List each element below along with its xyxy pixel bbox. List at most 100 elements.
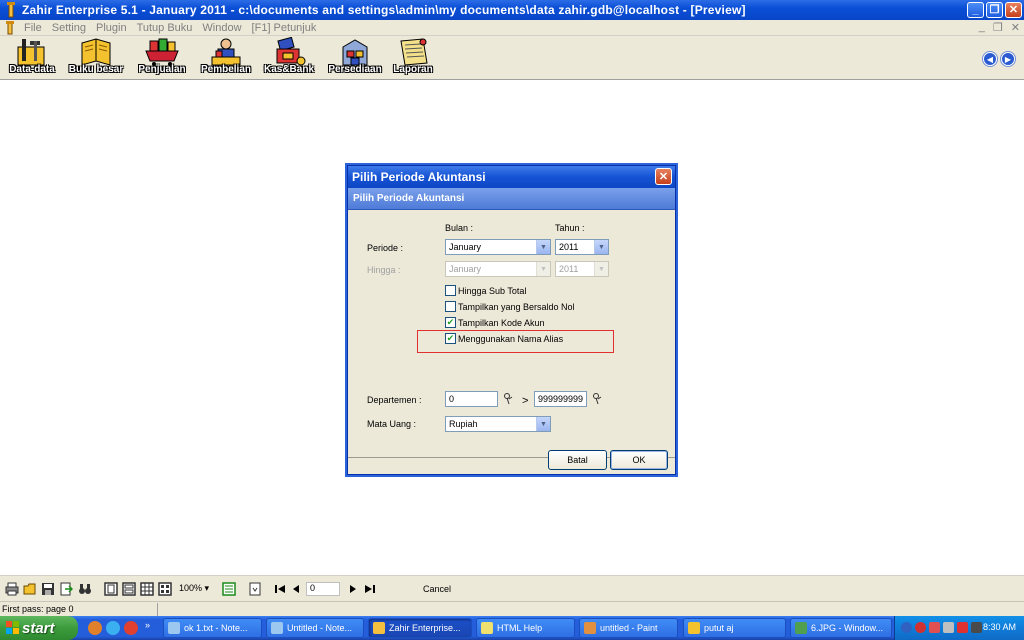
- nav-back-button[interactable]: ◀: [983, 52, 997, 66]
- toolbar-data-data-button[interactable]: Data-data: [2, 37, 62, 79]
- tray-alert-icon[interactable]: [957, 622, 968, 633]
- chevron-down-icon[interactable]: ▼: [536, 417, 550, 431]
- zahir-menu-icon[interactable]: [4, 20, 16, 35]
- restore-button[interactable]: ❐: [986, 2, 1003, 18]
- tray-antivirus-icon[interactable]: [915, 622, 926, 633]
- menu-setting[interactable]: Setting: [47, 22, 91, 34]
- mdi-minimize-button[interactable]: _: [979, 21, 985, 34]
- chevron-down-icon[interactable]: ▼: [536, 240, 550, 254]
- lookup-icon[interactable]: [503, 393, 513, 405]
- task-label: Untitled - Note...: [287, 623, 353, 633]
- close-button[interactable]: ✕: [1005, 2, 1022, 18]
- export-icon[interactable]: [59, 582, 73, 596]
- nav-forward-button[interactable]: ▶: [1001, 52, 1015, 66]
- zoom-select[interactable]: 100% ▾: [179, 583, 209, 594]
- mata-uang-select[interactable]: Rupiah ▼: [445, 416, 551, 432]
- dialog-header: Pilih Periode Akuntansi: [348, 188, 675, 210]
- task-notepad-untitled[interactable]: Untitled - Note...: [266, 618, 364, 638]
- tray-network-icon[interactable]: [901, 622, 912, 633]
- toolbar-penjualan-button[interactable]: Penjualan: [132, 37, 192, 79]
- window-title-bar[interactable]: Zahir Enterprise 5.1 - January 2011 - c:…: [0, 0, 1024, 20]
- lookup-icon[interactable]: [592, 393, 602, 405]
- close-icon: ✕: [658, 171, 669, 183]
- checkbox-box[interactable]: [445, 285, 456, 296]
- toolbar-kas-bank-button[interactable]: Kas&Bank: [259, 37, 319, 79]
- chevron-down-icon: ▼: [536, 262, 550, 276]
- tray-device-icon[interactable]: [971, 622, 982, 633]
- checkbox-bersaldo-nol[interactable]: Tampilkan yang Bersaldo Nol: [445, 301, 575, 312]
- menu-window[interactable]: Window: [197, 22, 246, 34]
- task-image-viewer[interactable]: 6.JPG - Window...: [790, 618, 892, 638]
- first-page-icon[interactable]: [273, 582, 287, 596]
- checkbox-kode-akun[interactable]: ✔ Tampilkan Kode Akun: [445, 317, 545, 328]
- periode-label: Periode :: [367, 243, 404, 253]
- tray-speaker-icon[interactable]: [943, 622, 954, 633]
- task-folder-putut[interactable]: putut aj: [683, 618, 786, 638]
- grid-page-icon[interactable]: [158, 582, 172, 596]
- toolbar-laporan-button[interactable]: Laporan: [383, 37, 443, 79]
- quicklaunch-more-icon[interactable]: »: [145, 620, 150, 630]
- help-icon: [481, 622, 493, 634]
- checkbox-label: Tampilkan yang Bersaldo Nol: [458, 301, 575, 312]
- page-setup-icon[interactable]: [222, 582, 236, 596]
- preview-toolbar: 100% ▾ 0 Cancel: [0, 575, 1024, 601]
- chevron-down-icon[interactable]: ▼: [594, 240, 608, 254]
- status-text: First pass: page 0: [2, 604, 74, 614]
- tray-shield-icon[interactable]: [929, 622, 940, 633]
- save-icon[interactable]: [41, 582, 55, 596]
- binoculars-icon[interactable]: [78, 582, 92, 596]
- menu-plugin[interactable]: Plugin: [91, 22, 132, 34]
- menu-tutup-buku[interactable]: Tutup Buku: [132, 22, 198, 34]
- periode-month-select[interactable]: January ▼: [445, 239, 551, 255]
- arrow-right-icon: ▶: [1004, 54, 1012, 64]
- cancel-preview-button[interactable]: Cancel: [423, 584, 451, 594]
- fit-page-icon[interactable]: [248, 582, 262, 596]
- departemen-to-value: 999999999: [538, 394, 584, 404]
- menu-file[interactable]: File: [19, 22, 47, 34]
- single-page-icon[interactable]: [104, 582, 118, 596]
- toolbar-persediaan-button[interactable]: Persediaan: [325, 37, 385, 79]
- menu-help[interactable]: [F1] Petunjuk: [247, 22, 322, 34]
- two-page-icon[interactable]: [122, 582, 136, 596]
- chrome-icon[interactable]: [124, 621, 138, 635]
- task-html-help[interactable]: HTML Help: [476, 618, 575, 638]
- toolbar-label: Buku besar: [68, 64, 124, 75]
- mdi-close-button[interactable]: ✕: [1011, 21, 1020, 34]
- multi-page-icon[interactable]: [140, 582, 154, 596]
- open-folder-icon[interactable]: [23, 582, 37, 596]
- toolbar-pembelian-button[interactable]: Pembelian: [196, 37, 256, 79]
- task-label: HTML Help: [497, 623, 543, 633]
- start-button[interactable]: start: [0, 616, 78, 640]
- ie-icon[interactable]: [106, 621, 120, 635]
- dialog-close-button[interactable]: ✕: [655, 168, 672, 185]
- printer-icon[interactable]: [5, 582, 19, 596]
- periode-year-select[interactable]: 2011 ▼: [555, 239, 609, 255]
- clock: 8:30 AM: [982, 622, 1016, 632]
- departemen-from-input[interactable]: 0: [445, 391, 498, 407]
- task-paint[interactable]: untitled - Paint: [579, 618, 678, 638]
- task-notepad-ok1[interactable]: ok 1.txt - Note...: [163, 618, 262, 638]
- dialog-title-bar[interactable]: Pilih Periode Akuntansi ✕: [348, 166, 675, 188]
- checkbox-box[interactable]: ✔: [445, 317, 456, 328]
- hingga-month-value: January: [449, 264, 482, 274]
- task-zahir[interactable]: Zahir Enterprise...: [368, 618, 472, 638]
- hingga-label: Hingga :: [367, 265, 401, 275]
- toolbar-buku-besar-button[interactable]: Buku besar: [66, 37, 126, 79]
- batal-button[interactable]: Batal: [548, 450, 607, 470]
- status-bar: First pass: page 0: [0, 601, 1024, 616]
- hingga-year-select: 2011 ▼: [555, 261, 609, 277]
- departemen-to-input[interactable]: 999999999: [534, 391, 587, 407]
- mdi-restore-button[interactable]: ❐: [993, 21, 1003, 34]
- checkbox-hingga-sub-total[interactable]: Hingga Sub Total: [445, 285, 526, 296]
- minimize-button[interactable]: _: [967, 2, 984, 18]
- page-number-input[interactable]: 0: [306, 582, 340, 596]
- checkmark-icon: ✔: [446, 317, 455, 327]
- firefox-icon[interactable]: [88, 621, 102, 635]
- ok-button[interactable]: OK: [610, 450, 668, 470]
- taskbar: start » ok 1.txt - Note... Untitled - No…: [0, 616, 1024, 640]
- previous-page-icon[interactable]: [289, 582, 303, 596]
- zahir-icon: [373, 622, 385, 634]
- checkbox-box[interactable]: [445, 301, 456, 312]
- next-page-icon[interactable]: [346, 582, 360, 596]
- last-page-icon[interactable]: [363, 582, 377, 596]
